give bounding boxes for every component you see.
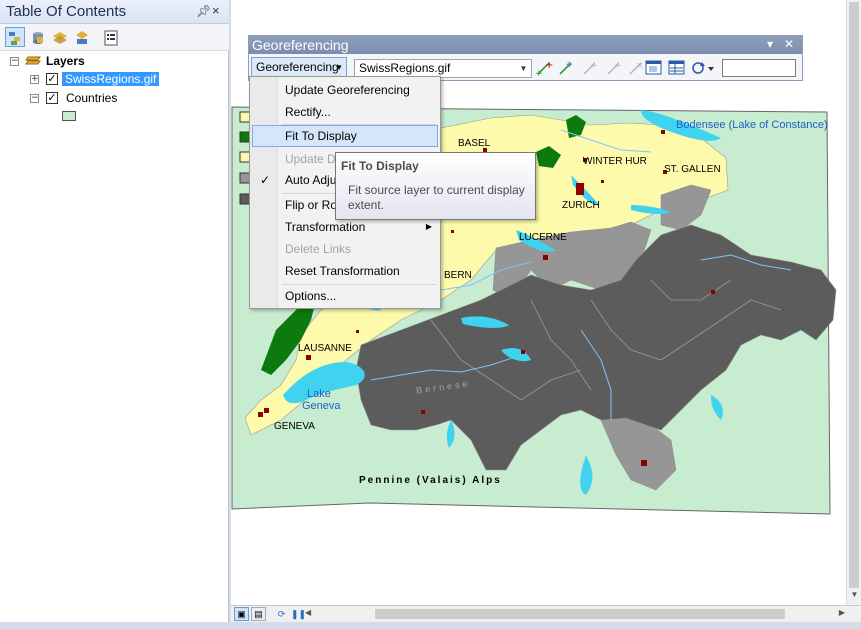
map-label-lucerne: LUCERNE: [519, 232, 567, 243]
layer-swissregions[interactable]: SwissRegions.gif: [62, 70, 160, 88]
link-table-icon[interactable]: [668, 59, 686, 77]
layer-countries-label[interactable]: Countries: [66, 89, 117, 107]
swissregions-expand-toggle[interactable]: +: [30, 75, 39, 84]
data-view-icon[interactable]: ▣: [234, 607, 249, 621]
scroll-down-icon[interactable]: ▼: [849, 590, 860, 602]
tooltip-title: Fit To Display: [341, 159, 419, 173]
layers-collapse-toggle[interactable]: −: [10, 57, 19, 66]
menu-item-label: Delete Links: [285, 242, 352, 256]
menu-item-update-georeferencing[interactable]: Update Georeferencing: [252, 79, 438, 101]
menu-item-rectify[interactable]: Rectify...: [252, 101, 438, 123]
menu-item-label: Update Georeferencing: [285, 83, 410, 97]
layer-select-value: SwissRegions.gif: [359, 61, 451, 75]
list-by-selection-icon[interactable]: [71, 27, 91, 47]
close-icon[interactable]: ×: [212, 3, 220, 18]
menu-item-label: Reset Transformation: [285, 264, 400, 278]
toc-toolbar: [0, 24, 229, 51]
georeferencing-menu-label: Georeferencing: [256, 60, 339, 74]
map-label-geneva-lake: Geneva: [302, 400, 341, 412]
menu-item-options[interactable]: Options...: [252, 285, 438, 307]
layout-view-icon[interactable]: ▤: [251, 607, 266, 621]
map-label-geneva: GENEVA: [274, 421, 315, 432]
layers-root-label[interactable]: Layers: [46, 52, 85, 70]
tooltip-body: Fit source layer to current display exte…: [348, 183, 525, 212]
check-icon: ✓: [260, 173, 271, 187]
layers-frame-icon: [25, 54, 41, 68]
map-label-st-gallen: ST. GALLEN: [664, 164, 721, 175]
svg-text:+: +: [545, 60, 553, 71]
menu-item-label: Transformation: [285, 220, 366, 234]
toc-title-bar: Table Of Contents 📌︎ ×: [0, 0, 229, 24]
pause-icon[interactable]: ❚❚: [290, 607, 306, 621]
table-of-contents-panel: Table Of Contents 📌︎ × − Layers + ✓ Swis…: [0, 0, 229, 629]
svg-text:✧: ✧: [565, 60, 573, 71]
menu-item-reset-transformation[interactable]: Reset Transformation: [252, 260, 438, 282]
toc-layer-tree: − Layers + ✓ SwissRegions.gif − ✓ Countr…: [0, 51, 229, 629]
toc-title: Table Of Contents: [6, 3, 127, 20]
layer-select-chevron-down-icon[interactable]: ▼: [516, 60, 531, 77]
list-by-drawing-order-icon[interactable]: [5, 27, 25, 47]
add-control-points-icon[interactable]: + +: [535, 59, 553, 79]
georeferencing-menu-button[interactable]: Georeferencing ▼: [251, 57, 347, 78]
georeferencing-title-bar[interactable]: Georeferencing ▾ ✕: [249, 36, 802, 54]
countries-symbol-swatch[interactable]: [62, 111, 76, 121]
map-label-bodensee: Bodensee (Lake of Constance): [676, 119, 828, 131]
map-label-winterthur: WINTER HUR: [583, 156, 647, 167]
pin-icon[interactable]: 📌︎: [196, 4, 211, 18]
svg-text:×: ×: [636, 61, 644, 71]
map-horizontal-scrollbar[interactable]: ◀ ▶: [305, 607, 845, 621]
delete-link-icon[interactable]: ×: [627, 59, 645, 77]
options-icon[interactable]: [100, 27, 120, 47]
georeferencing-toolbar: Georeferencing ▾ ✕ Georeferencing ▼ Swis…: [248, 35, 803, 81]
layer-swissregions-label[interactable]: SwissRegions.gif: [62, 72, 160, 86]
toolbar-close-icon[interactable]: ✕: [784, 37, 794, 51]
menu-item-label: Fit To Display: [285, 129, 357, 143]
menu-item-label: Options...: [285, 289, 337, 303]
countries-collapse-toggle[interactable]: −: [30, 94, 39, 103]
map-label-lake: Lake: [307, 388, 331, 400]
fit-to-display-tooltip: Fit To Display Fit source layer to curre…: [335, 152, 536, 220]
list-by-visibility-icon[interactable]: [49, 27, 69, 47]
svg-text:+: +: [535, 69, 543, 77]
vertical-scroll-thumb[interactable]: [849, 2, 859, 588]
toolbar-options-icon[interactable]: ▾: [767, 37, 773, 51]
map-label-pennine-alps: Pennine (Valais) Alps: [359, 475, 502, 486]
map-label-lausanne: LAUSANNE: [298, 343, 352, 354]
map-label-bern: BERN: [444, 270, 472, 281]
svg-text:+: +: [590, 61, 598, 71]
georeferencing-title: Georeferencing: [252, 37, 349, 53]
refresh-icon[interactable]: ⟳: [274, 607, 289, 621]
menu-item-fit-to-display[interactable]: Fit To Display: [252, 125, 438, 147]
scroll-left-icon[interactable]: ◀: [305, 608, 311, 617]
scroll-right-icon[interactable]: ▶: [839, 608, 845, 617]
rotate-icon[interactable]: [690, 59, 716, 77]
countries-checkbox[interactable]: ✓: [46, 92, 58, 104]
list-by-source-icon[interactable]: [27, 27, 47, 47]
auto-registration-icon[interactable]: ✧: [557, 59, 575, 77]
map-label-zurich: ZURICH: [562, 200, 600, 211]
viewer-icon[interactable]: [645, 59, 663, 77]
select-link-icon[interactable]: +: [581, 59, 599, 77]
rotation-input[interactable]: [722, 59, 796, 77]
menu-item-label: Rectify...: [285, 105, 331, 119]
bottom-strip: [0, 622, 861, 629]
map-vertical-scrollbar[interactable]: ▲ ▼: [846, 0, 861, 605]
horizontal-scroll-thumb[interactable]: [375, 609, 785, 619]
zoom-to-link-icon[interactable]: +: [605, 59, 623, 77]
chevron-down-icon: ▼: [335, 63, 343, 72]
map-label-basel: BASEL: [458, 138, 491, 149]
svg-text:+: +: [614, 61, 622, 71]
swissregions-checkbox[interactable]: ✓: [46, 73, 58, 85]
menu-item-delete-links[interactable]: Delete Links: [252, 238, 438, 260]
